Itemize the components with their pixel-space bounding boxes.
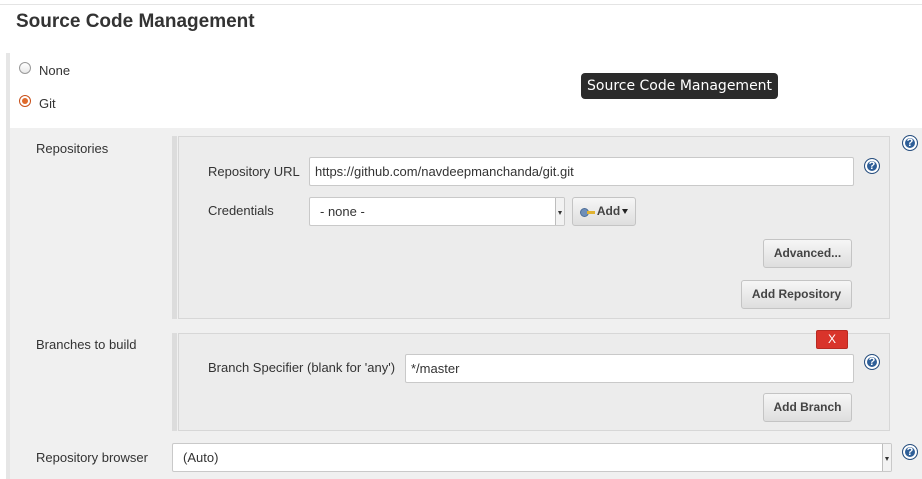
radio-git[interactable] — [19, 95, 31, 107]
help-icon[interactable]: ? — [902, 135, 918, 151]
help-icon[interactable]: ? — [902, 444, 918, 460]
branch-specifier-input[interactable]: */master — [405, 354, 854, 383]
help-glyph: ? — [868, 160, 876, 172]
help-glyph: ? — [906, 446, 914, 458]
repository-url-input[interactable]: https://github.com/navdeepmanchanda/git.… — [309, 157, 854, 186]
dropdown-arrow-icon — [882, 444, 891, 471]
repository-browser-selected: (Auto) — [183, 450, 219, 465]
add-credentials-button[interactable]: Add — [572, 197, 636, 226]
add-credentials-label: Add — [596, 204, 621, 218]
credentials-label: Credentials — [208, 203, 274, 218]
radio-none-label[interactable]: None — [39, 63, 70, 78]
key-icon — [579, 207, 596, 217]
repositories-label: Repositories — [36, 141, 109, 156]
repositories-bar — [172, 136, 177, 319]
chevron-down-icon — [622, 209, 629, 215]
add-repository-button[interactable]: Add Repository — [741, 280, 852, 309]
repository-url-label: Repository URL — [208, 164, 300, 179]
help-icon[interactable]: ? — [864, 158, 880, 174]
tooltip: Source Code Management — [581, 73, 779, 99]
credentials-select[interactable]: - none - — [309, 197, 565, 226]
add-branch-button[interactable]: Add Branch — [763, 393, 852, 422]
section-title: Source Code Management — [16, 11, 255, 32]
advanced-button[interactable]: Advanced... — [763, 239, 852, 268]
top-divider — [0, 4, 922, 5]
credentials-selected: - none - — [320, 204, 365, 219]
radio-git-label[interactable]: Git — [39, 96, 56, 111]
dropdown-arrow-icon — [555, 198, 564, 225]
help-glyph: ? — [906, 137, 914, 149]
branches-bar — [172, 333, 177, 431]
repository-browser-select[interactable]: (Auto) — [172, 443, 892, 472]
branch-specifier-label: Branch Specifier (blank for 'any') — [208, 360, 396, 375]
help-glyph: ? — [868, 356, 876, 368]
delete-branch-button[interactable]: X — [816, 330, 848, 349]
radio-none[interactable] — [19, 62, 31, 74]
repository-browser-label: Repository browser — [36, 450, 148, 465]
help-icon[interactable]: ? — [864, 354, 880, 370]
branches-label: Branches to build — [36, 337, 137, 352]
